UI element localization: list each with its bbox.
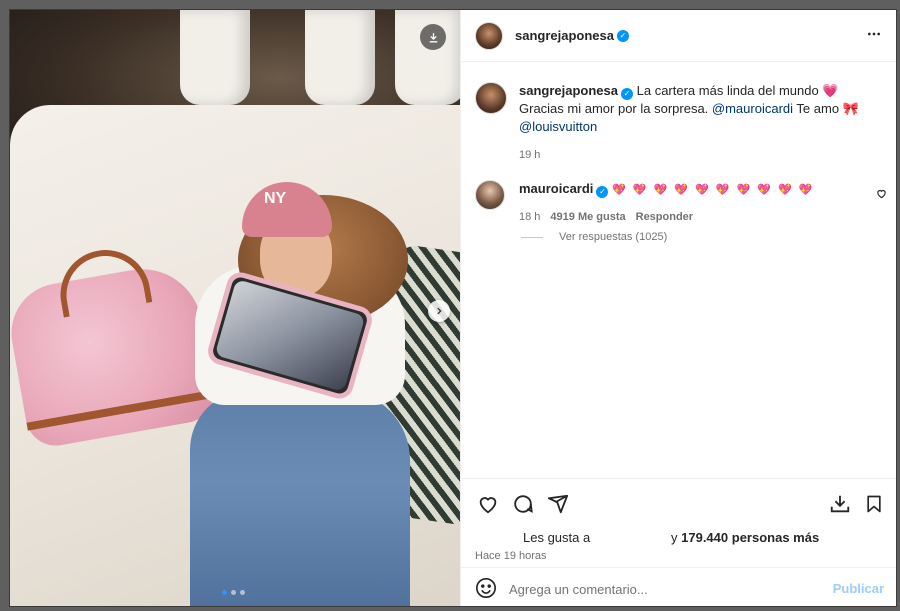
share-icon[interactable]	[545, 491, 571, 517]
post-photo[interactable]: NY	[10, 10, 460, 606]
comment-author[interactable]: mauroicardi	[519, 181, 593, 196]
post-header: sangrejaponesa ✓	[461, 10, 896, 62]
comment-likes[interactable]: 4919 Me gusta	[550, 208, 625, 226]
carousel-dot	[231, 590, 236, 595]
caption-text: La cartera más linda del mundo	[636, 83, 819, 98]
verified-badge-icon: ✓	[617, 29, 629, 42]
post-caption: sangrejaponesa ✓ La cartera más linda del…	[475, 82, 885, 164]
add-comment-bar: Publicar	[461, 567, 896, 606]
download-collection-icon[interactable]	[827, 491, 853, 517]
caption-time: 19 h	[519, 149, 541, 161]
post-actions: Les gusta a y 179.440 personas más Hace …	[461, 478, 896, 562]
comment-text: 💖 💖 💖 💖 💖 💖 💖 💖 💖 💖	[612, 184, 815, 196]
mention-link[interactable]: @mauroicardi	[712, 101, 793, 116]
likes-prefix: Les gusta a	[523, 530, 591, 545]
carousel-dot	[240, 590, 245, 595]
verified-badge-icon: ✓	[596, 186, 609, 198]
comment-input[interactable]	[509, 579, 809, 599]
smiley-icon[interactable]	[475, 577, 497, 599]
chevron-right-icon[interactable]	[428, 300, 450, 322]
more-icon[interactable]	[866, 26, 882, 47]
post-sidebar: sangrejaponesa ✓ sangrejaponesa ✓ La cart…	[460, 10, 896, 606]
caption-text: Gracias mi amor por la sorpresa.	[519, 101, 709, 116]
comment-heart-icon[interactable]	[876, 188, 887, 202]
avatar[interactable]	[475, 180, 505, 210]
comment-time: 18 h	[519, 211, 541, 223]
post-author[interactable]: sangrejaponesa	[515, 28, 614, 43]
mention-link[interactable]: @louisvuitton	[519, 119, 597, 134]
carousel-dot	[222, 590, 227, 595]
likes-and: y	[671, 530, 678, 545]
heart-emoji: 💗	[822, 83, 839, 98]
likes-count[interactable]: 179.440	[681, 530, 728, 545]
reply-button[interactable]: Responder	[636, 208, 693, 226]
download-icon[interactable]	[420, 24, 446, 50]
caption-text: Te amo	[796, 101, 840, 116]
caption-author[interactable]: sangrejaponesa	[519, 83, 618, 98]
comment-item: mauroicardi ✓ 💖 💖 💖 💖 💖 💖 💖 💖 💖 💖 18 h 49…	[475, 180, 895, 226]
heart-icon[interactable]	[475, 491, 501, 517]
ribbon-emoji: 🎀	[842, 101, 859, 116]
publish-button[interactable]: Publicar	[833, 581, 884, 596]
verified-badge-icon: ✓	[621, 88, 633, 100]
post-timestamp: Hace 19 horas	[475, 550, 547, 562]
bookmark-icon[interactable]	[861, 491, 887, 517]
photo-lamp	[305, 10, 375, 105]
likes-suffix[interactable]: personas más	[732, 530, 819, 545]
photo-lamp	[180, 10, 250, 105]
view-replies-button[interactable]: Ver respuestas (1025)	[521, 231, 667, 243]
replies-divider	[521, 236, 543, 238]
comment-icon[interactable]	[510, 491, 536, 517]
avatar[interactable]	[475, 21, 503, 50]
carousel-indicator	[222, 590, 245, 595]
view-replies-label: Ver respuestas (1025)	[559, 231, 668, 243]
photo-jeans	[190, 390, 410, 606]
photo-cap-logo: NY	[264, 190, 287, 207]
post-modal: NY sangrejaponesa ✓ sangrejaponesa ✓ La …	[9, 9, 897, 607]
avatar[interactable]	[475, 82, 507, 114]
